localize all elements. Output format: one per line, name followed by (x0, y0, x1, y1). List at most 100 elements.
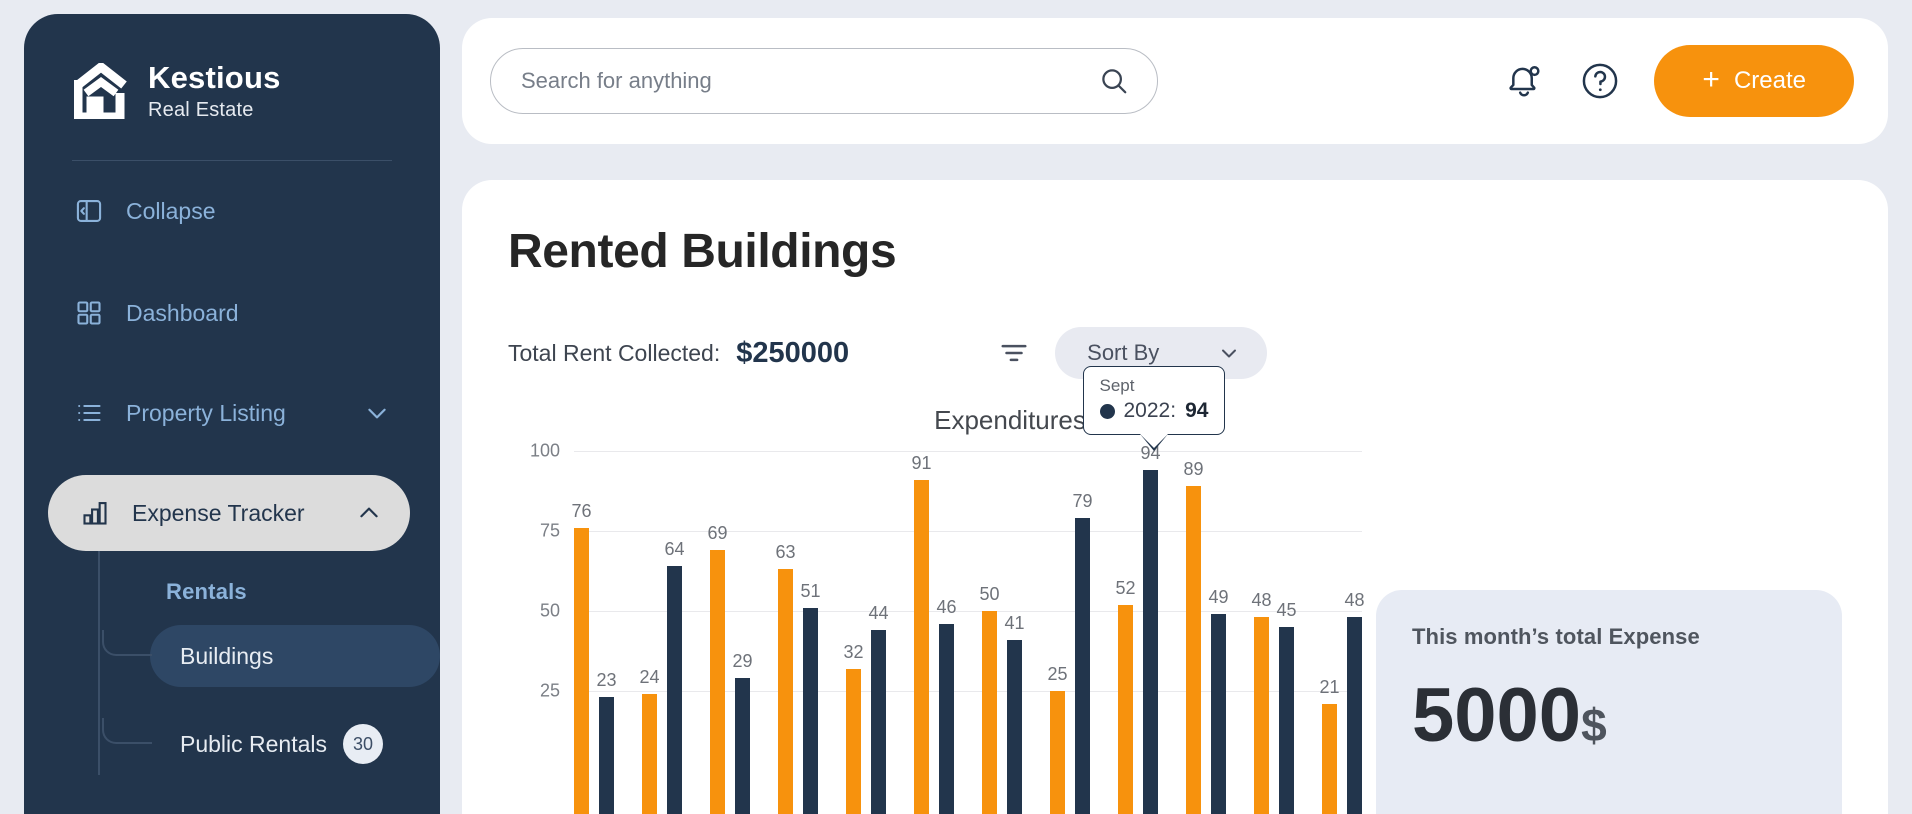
bar-rect (982, 611, 997, 814)
bar-group[interactable]: 50 41 (979, 451, 1025, 814)
bar-value-label: 41 (1004, 612, 1025, 633)
panel-title: This month’s total Expense (1412, 624, 1700, 649)
bar-group[interactable]: 25 79 (1047, 451, 1093, 814)
sidebar-subitem-public-rentals[interactable]: Public Rentals 30 (150, 713, 440, 775)
bar-value-label: 79 (1072, 491, 1093, 512)
bar-rect (1322, 703, 1337, 814)
bar-rect (735, 678, 750, 814)
plus-icon: + (1702, 63, 1720, 96)
bar-value-label: 29 (732, 651, 753, 672)
bar-value-label: 52 (1115, 577, 1136, 598)
sidebar-item-dashboard[interactable]: Dashboard (36, 275, 428, 351)
total-rent-value: $250000 (736, 336, 850, 369)
bar-group[interactable]: 24 64 (639, 451, 685, 814)
bar-value-label: 32 (843, 641, 864, 662)
sidebar-subitem-label: Public Rentals (180, 730, 328, 757)
chevron-down-icon (1217, 341, 1241, 365)
house-chevron-logo-icon (74, 63, 128, 119)
bar-chart-y-axis: 25 50 75 100 (508, 441, 560, 771)
bar-group[interactable]: 48 45 (1251, 451, 1297, 814)
chevron-up-icon[interactable] (356, 500, 382, 526)
sidebar-item-collapse[interactable]: Collapse (36, 173, 428, 249)
topbar-actions: + Create (1502, 45, 1854, 117)
bar-value-label: 49 (1208, 587, 1229, 608)
bar-rect (574, 527, 589, 814)
bar-chart-icon (80, 498, 110, 528)
bar-group[interactable]: 52 94 (1115, 443, 1161, 814)
sidebar-item-label: Dashboard (126, 299, 239, 326)
sidebar-item-expense-tracker[interactable]: Expense Tracker (48, 475, 410, 551)
bar-rect (778, 569, 793, 814)
bar-value-label: 48 (1251, 590, 1272, 611)
sidebar-item-label: Collapse (126, 197, 216, 224)
grid-squares-icon (74, 298, 104, 328)
bar-rect (599, 697, 614, 814)
bar-rect (1118, 604, 1133, 814)
bar-value-label: 46 (936, 596, 957, 617)
y-axis-tick: 75 (539, 520, 560, 541)
bar-rect (710, 550, 725, 814)
chevron-down-icon[interactable] (364, 400, 390, 426)
brand: Kestious Real Estate (24, 54, 440, 122)
bar-value-label: 21 (1319, 676, 1340, 697)
bar-group[interactable]: 69 29 (707, 451, 753, 814)
list-bullets-icon (74, 398, 104, 428)
bar-value-label: 69 (707, 523, 728, 544)
bar-value-label: 89 (1183, 459, 1204, 480)
panel-collapse-icon (74, 196, 104, 226)
sidebar-item-property-listing[interactable]: Property Listing (36, 375, 428, 451)
y-axis-tick: 100 (529, 440, 560, 461)
sidebar-submenu-rentals: Rentals Buildings Public Rentals 30 (24, 551, 440, 775)
bar-value-label: 48 (1344, 590, 1365, 611)
submenu-group-title: Rentals (166, 579, 247, 604)
sidebar-subitem-buildings[interactable]: Buildings (150, 625, 440, 687)
bar-rect (1075, 518, 1090, 814)
panel-currency: $ (1581, 699, 1607, 751)
bar-value-label: 91 (911, 452, 932, 473)
bar-rect (1186, 486, 1201, 814)
bar-rect (1211, 614, 1226, 814)
bell-icon[interactable] (1502, 59, 1546, 103)
filter-icon[interactable] (999, 338, 1029, 368)
bar-rect (1050, 691, 1065, 814)
bar-rect (1007, 639, 1022, 814)
bar-rect (803, 607, 818, 814)
page-title: Rented Buildings (508, 225, 897, 278)
bar-value-label: 45 (1276, 600, 1297, 620)
bar-value-label: 64 (664, 539, 685, 560)
sidebar-item-label: Property Listing (126, 399, 286, 426)
bar-group[interactable]: 63 51 (775, 451, 821, 814)
bar-rect (871, 630, 886, 814)
panel-amount-value: 5000 (1412, 673, 1582, 758)
search-input[interactable] (521, 68, 1089, 94)
tooltip-series-dot (1099, 403, 1115, 419)
sidebar-nav: Collapse Dashboard Property Listing Expe… (24, 161, 440, 775)
brand-subtitle: Real Estate (148, 99, 254, 121)
brand-name: Kestious (148, 60, 281, 95)
monthly-expense-panel: This month’s total Expense 5000$ 0501001… (1376, 590, 1842, 814)
tooltip-series-label: 2022: (1123, 399, 1177, 423)
bar-rect (1143, 470, 1158, 814)
tooltip-row: 2022: 94 (1099, 399, 1208, 423)
sidebar: Kestious Real Estate Collapse Dashboard … (24, 14, 440, 814)
y-axis-tick: 25 (539, 680, 560, 701)
bar-group[interactable]: 76 23 (571, 451, 617, 814)
bar-group[interactable]: 21 48 (1319, 451, 1365, 814)
bar-group[interactable]: 89 49 (1183, 451, 1229, 814)
y-axis-tick: 50 (539, 600, 560, 621)
search-box[interactable] (490, 48, 1158, 114)
question-circle-icon[interactable] (1578, 59, 1622, 103)
bar-rect (1279, 627, 1294, 814)
bar-rect (939, 623, 954, 814)
bar-group[interactable]: 32 44 (843, 451, 889, 814)
sidebar-subitem-label: Buildings (180, 642, 274, 669)
bar-group[interactable]: 91 46 (911, 451, 957, 814)
sort-by-label: Sort By (1087, 340, 1160, 365)
bar-rect (846, 668, 861, 814)
bar-value-label: 50 (979, 584, 1000, 604)
bar-value-label: 63 (775, 542, 796, 563)
chart-tooltip: Sept 2022: 94 (1082, 366, 1226, 436)
sidebar-item-label: Expense Tracker (132, 499, 305, 526)
create-button[interactable]: + Create (1654, 45, 1854, 117)
search-icon[interactable] (1099, 66, 1129, 96)
